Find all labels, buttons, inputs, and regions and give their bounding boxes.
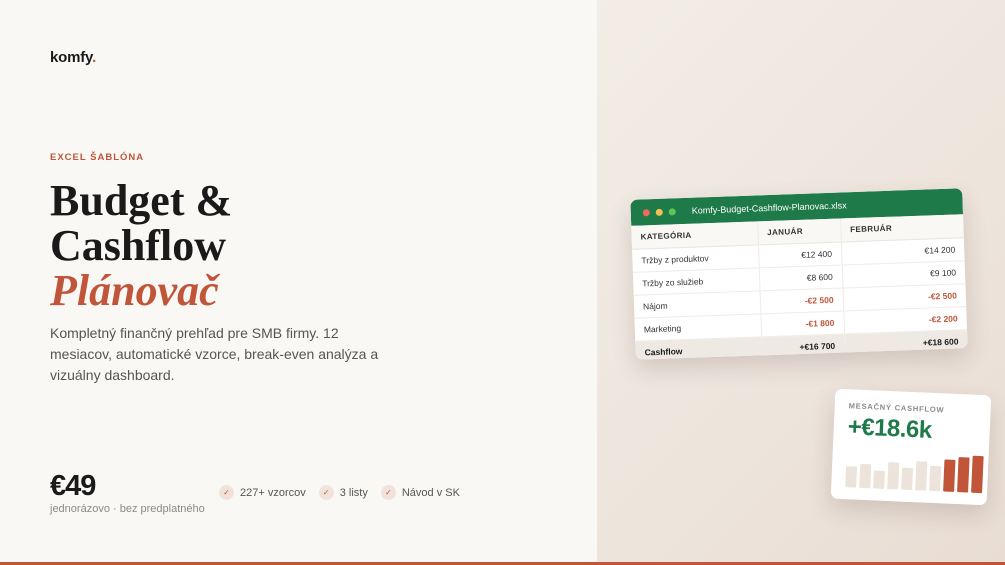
spreadsheet-preview: Komfy-Budget-Cashflow-Planovac.xlsx KATE… xyxy=(630,188,968,360)
value-cell: €12 400 xyxy=(758,242,842,268)
close-dot-icon xyxy=(642,208,650,216)
cashflow-bar xyxy=(929,465,942,492)
preview-panel: Komfy-Budget-Cashflow-Planovac.xlsx KATE… xyxy=(597,0,1005,562)
cashflow-bar xyxy=(957,457,970,493)
cashflow-bar xyxy=(859,463,872,489)
title-line-2: Cashflow xyxy=(50,221,227,270)
cashflow-bar xyxy=(971,455,984,494)
cashflow-bar xyxy=(873,470,885,489)
value-cell: +€18 600 xyxy=(844,329,968,357)
check-icon: ✓ xyxy=(219,485,234,500)
spreadsheet-table: KATEGÓRIA JANUÁR FEBRUÁR Tržby z produkt… xyxy=(631,214,968,360)
cashflow-bar-chart xyxy=(845,447,984,494)
value-cell: +€16 700 xyxy=(761,333,846,360)
minimize-dot-icon xyxy=(655,208,663,216)
category-cell: Cashflow xyxy=(635,336,763,360)
hero-description: Kompletný finančný prehľad pre SMB firmy… xyxy=(50,325,379,383)
feature-label: 3 listy xyxy=(339,486,368,499)
cashflow-bar xyxy=(943,459,956,492)
hero-panel: komfy. EXCEL ŠABLÓNA Budget & Cashflow P… xyxy=(0,0,597,562)
cashflow-card: MESAČNÝ CASHFLOW +€18.6k xyxy=(830,388,992,506)
column-header: JANUÁR xyxy=(757,218,842,245)
feature-item: ✓ 227+ vzorcov xyxy=(219,485,306,500)
spreadsheet-filename: Komfy-Budget-Cashflow-Planovac.xlsx xyxy=(691,200,847,216)
value-cell: €8 600 xyxy=(758,264,843,291)
eyebrow-label: EXCEL ŠABLÓNA xyxy=(50,152,145,163)
feature-item: ✓ 3 listy xyxy=(318,485,368,500)
maximize-dot-icon xyxy=(668,207,676,216)
feature-item: ✓ Návod v SK xyxy=(380,485,460,500)
cashflow-bar xyxy=(901,467,914,491)
feature-list: ✓ 227+ vzorcov ✓ 3 listy ✓ Návod v SK xyxy=(219,485,460,500)
value-cell: -€1 800 xyxy=(760,310,845,337)
cashflow-bar xyxy=(915,461,928,491)
brand-logo[interactable]: komfy. xyxy=(50,49,96,66)
title-accent: Plánovač xyxy=(50,266,219,315)
feature-label: Návod v SK xyxy=(401,486,460,499)
check-icon: ✓ xyxy=(380,485,396,500)
title-line-1: Budget & xyxy=(50,176,233,225)
page-title: Budget & Cashflow Plánovač xyxy=(50,178,232,313)
cashflow-value: +€18.6k xyxy=(847,413,933,444)
price: €49 xyxy=(50,470,96,502)
cashflow-bar xyxy=(845,466,858,488)
price-note: jednorázovo · bez predplatného xyxy=(50,503,205,515)
feature-label: 227+ vzorcov xyxy=(240,486,306,499)
check-icon: ✓ xyxy=(318,485,334,500)
cashflow-bar xyxy=(887,462,900,490)
value-cell: -€2 500 xyxy=(759,287,844,314)
